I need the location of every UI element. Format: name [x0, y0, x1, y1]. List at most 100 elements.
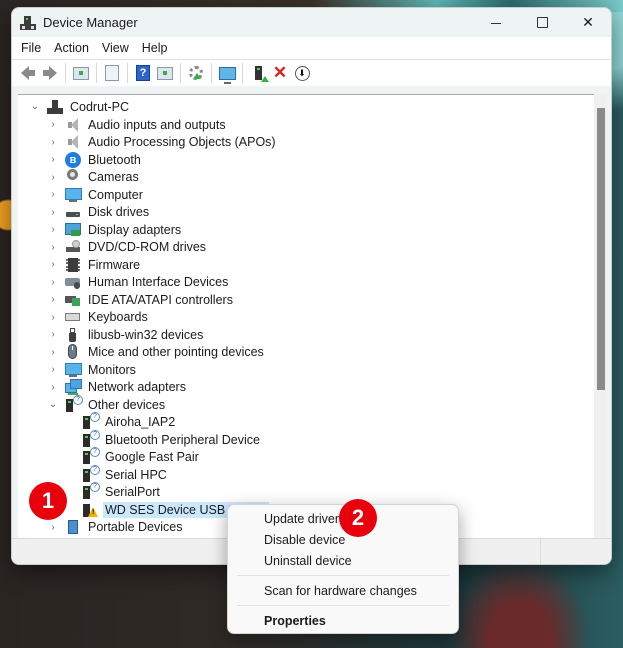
tree-item-cameras[interactable]: › Cameras [48, 169, 141, 187]
tree-item-other-devices[interactable]: ⌄ Other devices [48, 394, 167, 414]
close-button[interactable]: ✕ [565, 8, 611, 37]
chevron-right-icon[interactable]: › [48, 329, 58, 340]
help-icon: ? [136, 65, 150, 81]
console-tree-icon [73, 66, 89, 80]
tree-item-audio-inputs[interactable]: › Audio inputs and outputs [48, 116, 228, 134]
chevron-right-icon[interactable]: › [48, 312, 58, 323]
menu-item-properties[interactable]: Properties [264, 611, 326, 631]
disable-device-button[interactable]: ⬇ [293, 64, 311, 82]
device-airoha-iap2[interactable]: Airoha_IAP2 [82, 412, 177, 432]
device-tree: ⌄ Codrut-PC › Audio inputs and outputs ›… [18, 94, 594, 538]
tree-item-bluetooth[interactable]: › ʙ Bluetooth [48, 151, 143, 169]
tree-item-label: Display adapters [88, 222, 182, 237]
status-bar-divider [540, 539, 541, 564]
device-serialport[interactable]: SerialPort [82, 482, 162, 502]
tree-item-monitors[interactable]: › Monitors [48, 361, 138, 379]
menu-item-scan-hardware[interactable]: Scan for hardware changes [264, 581, 417, 601]
device-label: SerialPort [105, 485, 160, 500]
toolbar-separator [242, 63, 243, 83]
device-bluetooth-peripheral[interactable]: Bluetooth Peripheral Device [82, 429, 262, 449]
menu-separator [237, 605, 449, 606]
enable-device-button[interactable] [249, 64, 269, 82]
minimize-button[interactable] [473, 8, 519, 37]
tree-item-apos[interactable]: › Audio Processing Objects (APOs) [48, 134, 278, 152]
uninstall-device-button[interactable]: ✕ [271, 64, 289, 82]
chevron-right-icon[interactable]: › [48, 207, 58, 218]
toolbar-separator [96, 63, 97, 83]
menu-item-disable-device[interactable]: Disable device [264, 530, 345, 550]
tree-item-label: libusb-win32 devices [88, 327, 204, 342]
tree-item-disk-drives[interactable]: › Disk drives [48, 204, 151, 222]
forward-button[interactable] [41, 64, 59, 82]
show-action-pane-button[interactable] [156, 64, 174, 82]
chevron-right-icon[interactable]: › [48, 137, 58, 148]
toolbar-separator [211, 63, 212, 83]
tree-item-display-adapters[interactable]: › Display adapters [48, 221, 183, 239]
chevron-down-icon[interactable]: ⌄ [30, 101, 40, 112]
maximize-icon [536, 17, 548, 28]
computer-icon [47, 99, 63, 115]
tree-item-firmware[interactable]: › Firmware [48, 256, 142, 274]
menu-action[interactable]: Action [48, 37, 96, 59]
vertical-scrollbar[interactable] [594, 94, 607, 537]
chevron-right-icon[interactable]: › [48, 364, 58, 375]
menu-item-uninstall-device[interactable]: Uninstall device [264, 551, 352, 571]
unknown-device-icon [65, 394, 83, 413]
menu-item-update-driver[interactable]: Update driver [264, 509, 339, 529]
chevron-right-icon[interactable]: › [48, 347, 58, 358]
tree-item-label: Cameras [88, 170, 139, 185]
hid-icon [65, 274, 81, 290]
bluetooth-icon: ʙ [65, 151, 81, 168]
chevron-right-icon[interactable]: › [48, 259, 58, 270]
menu-view[interactable]: View [96, 37, 136, 59]
tree-item-dvd-drives[interactable]: › DVD/CD-ROM drives [48, 239, 208, 257]
menu-help[interactable]: Help [136, 37, 175, 59]
tree-item-mice[interactable]: › Mice and other pointing devices [48, 344, 266, 362]
tree-item-label: Keyboards [88, 310, 148, 325]
back-icon [21, 66, 29, 80]
chevron-right-icon[interactable]: › [48, 189, 58, 200]
title-bar[interactable]: Device Manager ✕ [12, 8, 611, 37]
maximize-button[interactable] [519, 8, 565, 37]
device-manager-window: Device Manager ✕ File Action View Help ?… [11, 7, 612, 565]
tree-root[interactable]: ⌄ Codrut-PC [30, 98, 131, 116]
back-button[interactable] [19, 64, 37, 82]
update-driver-icon [189, 66, 203, 80]
chevron-right-icon[interactable]: › [48, 382, 58, 393]
tree-item-label: Human Interface Devices [88, 275, 229, 290]
tree-item-hid[interactable]: › Human Interface Devices [48, 274, 230, 292]
chevron-right-icon[interactable]: › [48, 154, 58, 165]
warning-device-icon: ! [82, 502, 98, 518]
usb-plug-icon [65, 327, 81, 343]
chevron-right-icon[interactable]: › [48, 294, 58, 305]
device-label: Bluetooth Peripheral Device [105, 432, 260, 447]
device-google-fast-pair[interactable]: Google Fast Pair [82, 447, 201, 467]
chevron-right-icon[interactable]: › [48, 522, 58, 533]
show-hide-console-tree-button[interactable] [72, 64, 90, 82]
tree-item-libusb[interactable]: › libusb-win32 devices [48, 326, 205, 344]
tree-item-ide-controllers[interactable]: › IDE ATA/ATAPI controllers [48, 291, 235, 309]
chevron-right-icon[interactable]: › [48, 277, 58, 288]
menu-file[interactable]: File [15, 37, 48, 59]
tree-item-label: Mice and other pointing devices [88, 345, 264, 360]
scan-hardware-button[interactable] [218, 64, 236, 84]
action-pane-icon [157, 66, 173, 80]
tree-item-network-adapters[interactable]: › Network adapters [48, 379, 188, 397]
tree-item-label: DVD/CD-ROM drives [88, 240, 207, 255]
device-serial-hpc[interactable]: Serial HPC [82, 464, 169, 484]
tree-item-portable-devices[interactable]: › Portable Devices [48, 519, 185, 537]
annotation-badge-2: 2 [339, 499, 377, 537]
scrollbar-thumb[interactable] [597, 108, 605, 390]
tree-item-computer[interactable]: › Computer [48, 186, 145, 204]
help-button[interactable]: ? [134, 64, 152, 82]
chevron-down-icon[interactable]: ⌄ [48, 399, 58, 410]
chevron-right-icon[interactable]: › [48, 119, 58, 130]
tree-item-keyboards[interactable]: › Keyboards [48, 309, 150, 327]
chevron-right-icon[interactable]: › [48, 224, 58, 235]
chevron-right-icon[interactable]: › [48, 242, 58, 253]
update-driver-button[interactable] [187, 64, 205, 82]
minimize-icon [491, 23, 501, 24]
chevron-right-icon[interactable]: › [48, 172, 58, 183]
properties-button[interactable] [103, 64, 121, 82]
monitor-icon [65, 362, 82, 378]
